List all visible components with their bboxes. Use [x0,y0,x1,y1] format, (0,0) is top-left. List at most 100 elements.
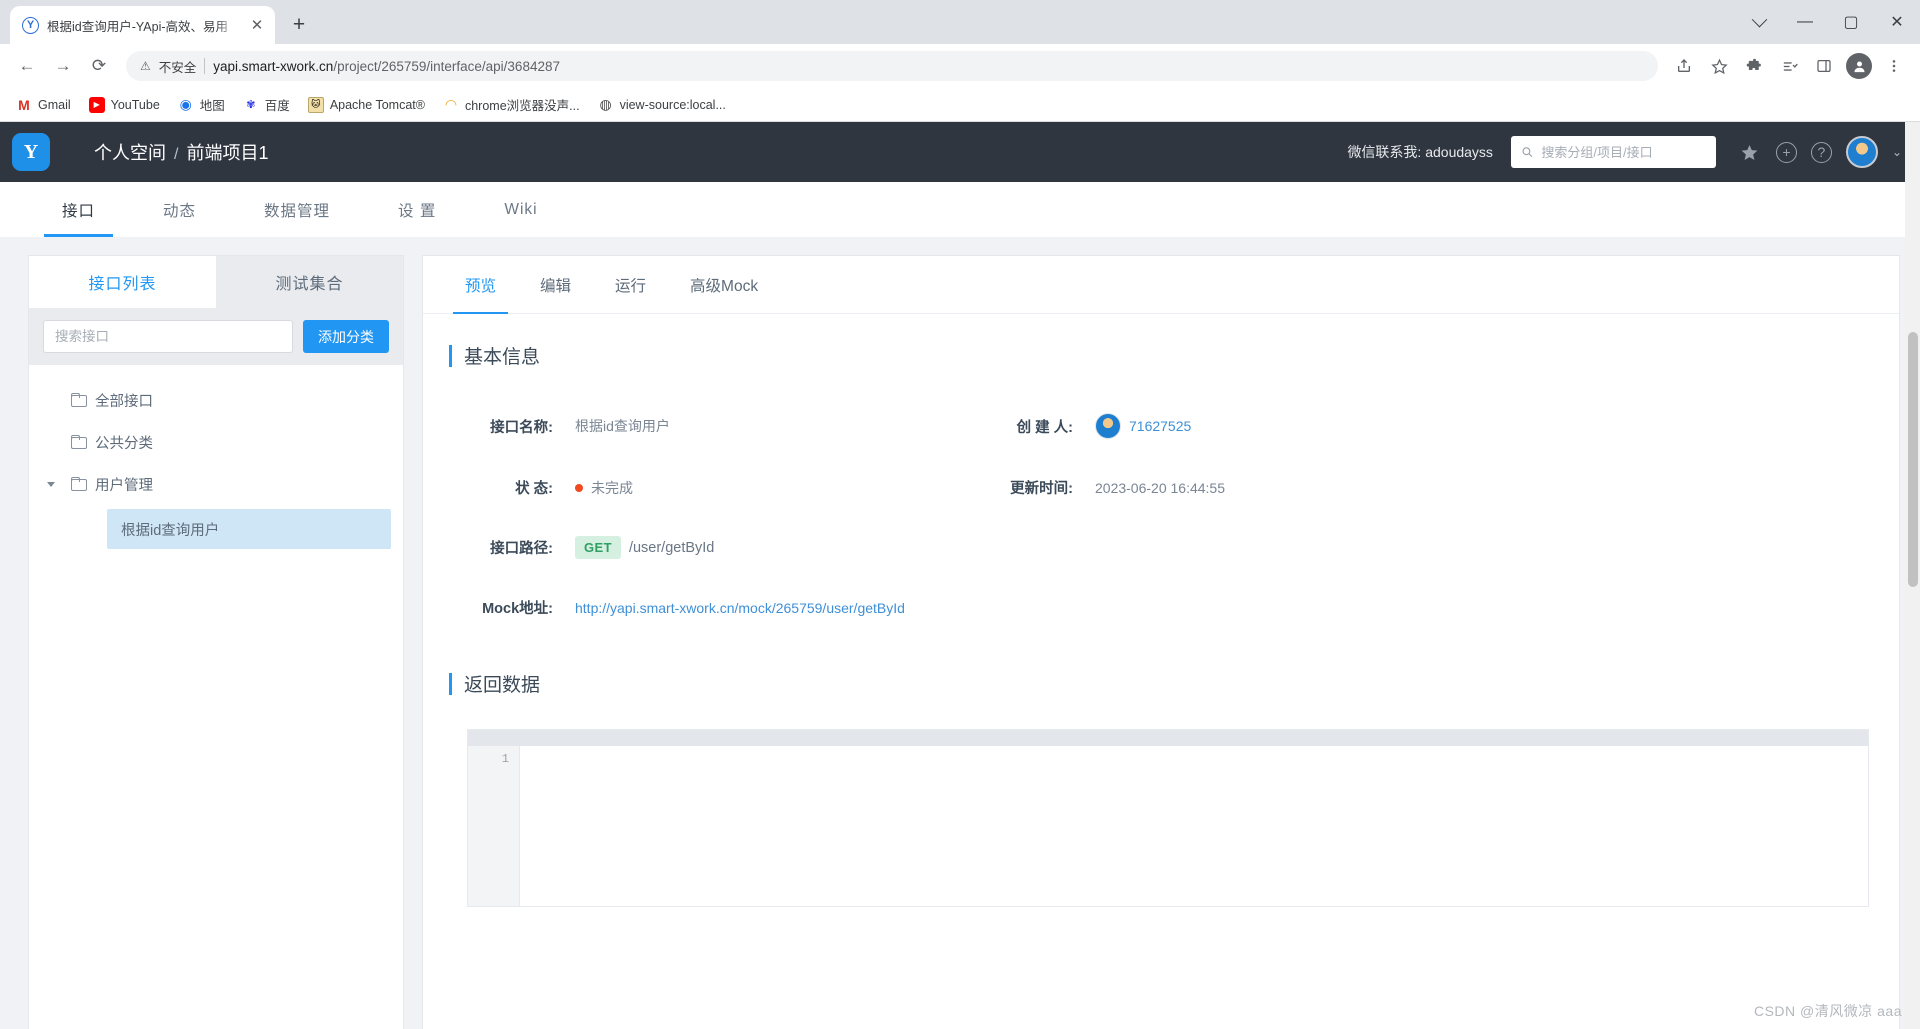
tab-title: 根据id查询用户-YApi-高效、易用 [47,19,229,34]
user-avatar[interactable] [1845,136,1878,168]
field-label: 接口名称: [490,419,553,436]
browser-toolbar: ← → ⟳ ⚠ 不安全 yapi.smart-xwork.cn/project/… [0,44,1920,88]
chevron-down-icon[interactable] [1736,0,1782,44]
field-updated-time: 更新时间: 2023-06-20 16:44:55 [987,477,1869,498]
field-status: 状 态: 未完成 [467,477,987,498]
bookmark-item[interactable]: ◍ view-source:local... [590,93,734,117]
bookmark-label: 百度 [264,99,290,113]
tab-run[interactable]: 运行 [593,256,668,314]
breadcrumb-workspace[interactable]: 个人空间 [94,139,166,165]
bookmark-item[interactable]: ▶ YouTube [81,93,168,117]
chevron-down-icon[interactable] [47,481,55,487]
tree-node-label: 用户管理 [95,477,153,494]
interface-list-panel: 接口列表 测试集合 添加分类 全部接口 公共分类 [28,255,404,1029]
tab-activity[interactable]: 动态 [129,182,230,237]
bookmark-item[interactable]: 🐱 Apache Tomcat® [300,93,433,117]
logo-container[interactable]: Y [0,122,62,182]
extensions-icon[interactable] [1738,50,1770,82]
maximize-icon[interactable]: ▢ [1828,0,1874,44]
yapi-logo-icon: Y [12,133,50,171]
gmail-icon: M [18,96,30,113]
view-source-icon: ◍ [599,96,612,112]
bookmark-item[interactable]: ✾ 百度 [235,91,298,118]
mock-url-link[interactable]: http://yapi.smart-xwork.cn/mock/265759/u… [575,600,905,616]
field-api-path: 接口路径: GET /user/getById [467,536,987,559]
avatar [1846,53,1872,79]
search-icon [1522,147,1533,158]
field-label: Mock地址: [482,601,553,617]
breadcrumb: 个人空间 / 前端项目1 [94,139,268,165]
add-plus-icon[interactable]: + [1775,141,1797,163]
url-text: yapi.smart-xwork.cn/project/265759/inter… [213,59,560,74]
project-nav-tabs: 接口 动态 数据管理 设 置 Wiki [0,182,1920,237]
folder-icon [71,477,87,491]
search-input[interactable] [1541,144,1706,160]
tab-settings[interactable]: 设 置 [364,182,470,237]
tab-data-management[interactable]: 数据管理 [230,182,364,237]
tab-test-collection[interactable]: 测试集合 [216,256,403,308]
new-tab-button[interactable]: + [284,10,314,40]
field-value: 2023-06-20 16:44:55 [1095,479,1225,496]
creator-avatar [1095,413,1121,439]
reload-icon[interactable]: ⟳ [82,49,116,83]
status-badge: 未完成 [591,479,633,496]
bookmark-star-icon[interactable] [1703,50,1735,82]
window-close-icon[interactable]: ✕ [1874,0,1920,44]
field-value: 未完成 [575,478,633,498]
favorite-star-icon[interactable] [1738,140,1762,164]
left-panel-search-row: 添加分类 [29,308,403,365]
tree-node-user-management[interactable]: 用户管理 [29,463,403,505]
tab-edit[interactable]: 编辑 [518,256,593,314]
tab-wiki[interactable]: Wiki [470,182,571,237]
code-editor[interactable]: 1 [468,746,1868,906]
section-accent-bar [449,344,452,367]
window-controls: — ▢ ✕ [1736,0,1920,44]
tree-node-all-interfaces[interactable]: 全部接口 [29,379,403,421]
back-icon[interactable]: ← [10,49,44,83]
field-value: 根据id查询用户 [575,418,670,434]
tab-advanced-mock[interactable]: 高级Mock [668,256,780,314]
tab-interface-list[interactable]: 接口列表 [29,256,216,308]
field-mock-url: Mock地址: http://yapi.smart-xwork.cn/mock/… [467,597,1869,618]
tab-interface[interactable]: 接口 [28,182,129,237]
address-bar[interactable]: ⚠ 不安全 yapi.smart-xwork.cn/project/265759… [126,51,1658,81]
tab-preview[interactable]: 预览 [443,256,518,314]
code-content[interactable] [520,746,1868,906]
chevron-down-icon[interactable]: ⌄ [1892,145,1902,159]
help-question-icon[interactable]: ? [1810,141,1832,163]
add-category-button[interactable]: 添加分类 [303,320,389,353]
close-icon[interactable]: ✕ [247,15,267,35]
tree-leaf-get-user-by-id[interactable]: 根据id查询用户 [107,509,391,549]
global-search[interactable] [1510,136,1716,168]
forward-icon[interactable]: → [46,49,80,83]
code-toolbar [468,730,1868,746]
minimize-icon[interactable]: — [1782,0,1828,44]
basic-info-grid: 接口名称: 根据id查询用户 创 建 人: 71627525 状 态: 未完成 … [449,413,1869,618]
interface-search-input[interactable] [43,320,293,353]
field-label: 创 建 人: [1016,419,1073,436]
side-panel-icon[interactable] [1808,50,1840,82]
maps-icon: ◉ [179,96,192,112]
left-panel-tabs: 接口列表 测试集合 [29,256,403,308]
tree-node-public-category[interactable]: 公共分类 [29,421,403,463]
field-api-name: 接口名称: 根据id查询用户 [467,413,987,439]
watermark-text: CSDN @清风微凉 aaa [1753,1003,1902,1019]
breadcrumb-project[interactable]: 前端项目1 [186,139,268,165]
bookmark-item[interactable]: ◉ 地图 [170,91,233,118]
creator-link[interactable]: 71627525 [1129,418,1191,434]
profile-icon[interactable] [1843,50,1875,82]
chrome-menu-icon[interactable] [1878,50,1910,82]
field-label: 状 态: [515,481,553,497]
share-icon[interactable] [1668,50,1700,82]
page-scrollbar-track[interactable] [1905,122,1920,1029]
page-scrollbar-thumb[interactable] [1908,332,1918,587]
bookmark-item[interactable]: M Gmail [8,93,79,117]
warning-icon: ⚠ [140,59,151,73]
line-number-gutter: 1 [468,746,520,906]
yapi-logo-icon: Y [22,16,39,34]
detail-body: 基本信息 接口名称: 根据id查询用户 创 建 人: 71627525 状 态:… [423,314,1899,1029]
reading-list-icon[interactable] [1773,50,1805,82]
bookmark-label: 地图 [199,99,225,113]
browser-tab-active[interactable]: Y 根据id查询用户-YApi-高效、易用 ✕ [10,6,275,44]
bookmark-item[interactable]: ◠ chrome浏览器没声... [435,91,588,118]
